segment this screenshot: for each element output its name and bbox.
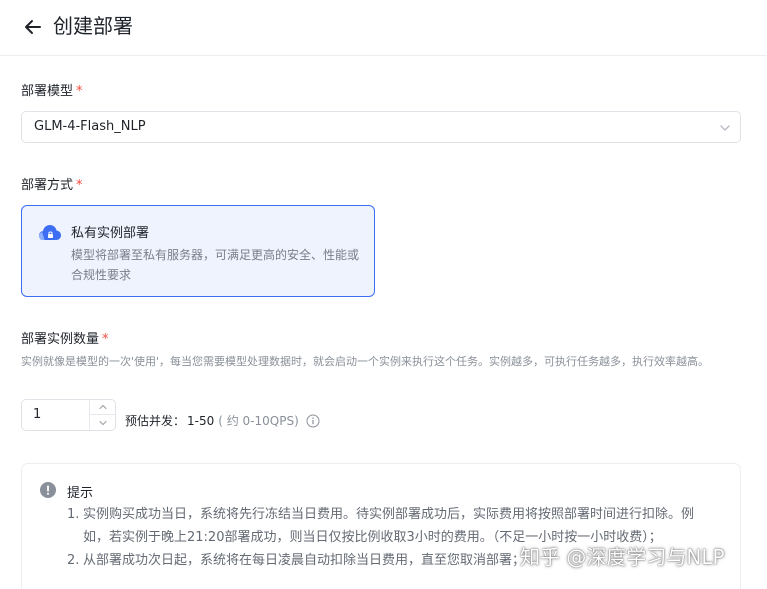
required-mark: * [76, 178, 83, 193]
page-title: 创建部署 [53, 14, 133, 38]
cloud-icon [39, 225, 61, 240]
instances-label: 部署实例数量 * [21, 331, 109, 349]
method-label-text: 部署方式 [21, 178, 74, 193]
model-label-text: 部署模型 [21, 84, 74, 99]
required-mark: * [102, 332, 109, 347]
estimate-value: 1-50 [187, 413, 215, 428]
alert-icon [40, 482, 56, 498]
model-select-value: GLM-4-Flash_NLP [34, 119, 146, 134]
model-select[interactable]: GLM-4-Flash_NLP [21, 111, 741, 143]
quantity-value[interactable]: 1 [33, 407, 41, 422]
item-number: 2. [67, 553, 80, 568]
instances-hint: 实例就像是模型的一次'使用'，每当您需要模型处理数据时，就会启动一个实例来执行这… [21, 355, 710, 368]
item-text: 从部署成功次日起，系统将在每日凌晨自动扣除当日费用，直至您取消部署； [83, 553, 526, 568]
required-mark: * [76, 84, 83, 99]
tip-box: 提示 1. 实例购买成功当日，系统将先行冻结当日费用。待实例部署成功后，实际费用… [21, 463, 741, 589]
watermark: 知乎 @深度学习与NLP [520, 545, 725, 569]
info-icon[interactable] [306, 414, 320, 428]
quantity-stepper[interactable]: 1 [21, 399, 116, 431]
page-header: 创建部署 [0, 0, 767, 56]
option-title: 私有实例部署 [71, 226, 150, 241]
concurrency-estimate: 预估并发： 1-50 ( 约 0-10QPS) [125, 412, 320, 429]
chevron-down-icon [98, 420, 107, 425]
stepper-arrows [89, 400, 115, 430]
estimate-label: 预估并发： [125, 414, 186, 428]
chevron-up-icon [98, 404, 107, 410]
arrow-left-icon [25, 20, 41, 34]
estimate-note: ( 约 0-10QPS) [218, 414, 299, 428]
chevron-down-icon [720, 125, 730, 131]
private-instance-option[interactable]: 私有实例部署 模型将部署至私有服务器，可满足更高的安全、性能或合规性要求 [21, 205, 375, 297]
decrement-button[interactable] [90, 415, 115, 430]
option-description: 模型将部署至私有服务器，可满足更高的安全、性能或合规性要求 [71, 248, 360, 282]
back-button[interactable] [20, 14, 46, 40]
instances-label-text: 部署实例数量 [21, 332, 100, 347]
increment-button[interactable] [90, 400, 115, 415]
item-number: 1. [67, 507, 80, 522]
method-label: 部署方式 * [21, 177, 83, 195]
model-label: 部署模型 * [21, 83, 83, 101]
tip-title: 提示 [67, 486, 94, 501]
